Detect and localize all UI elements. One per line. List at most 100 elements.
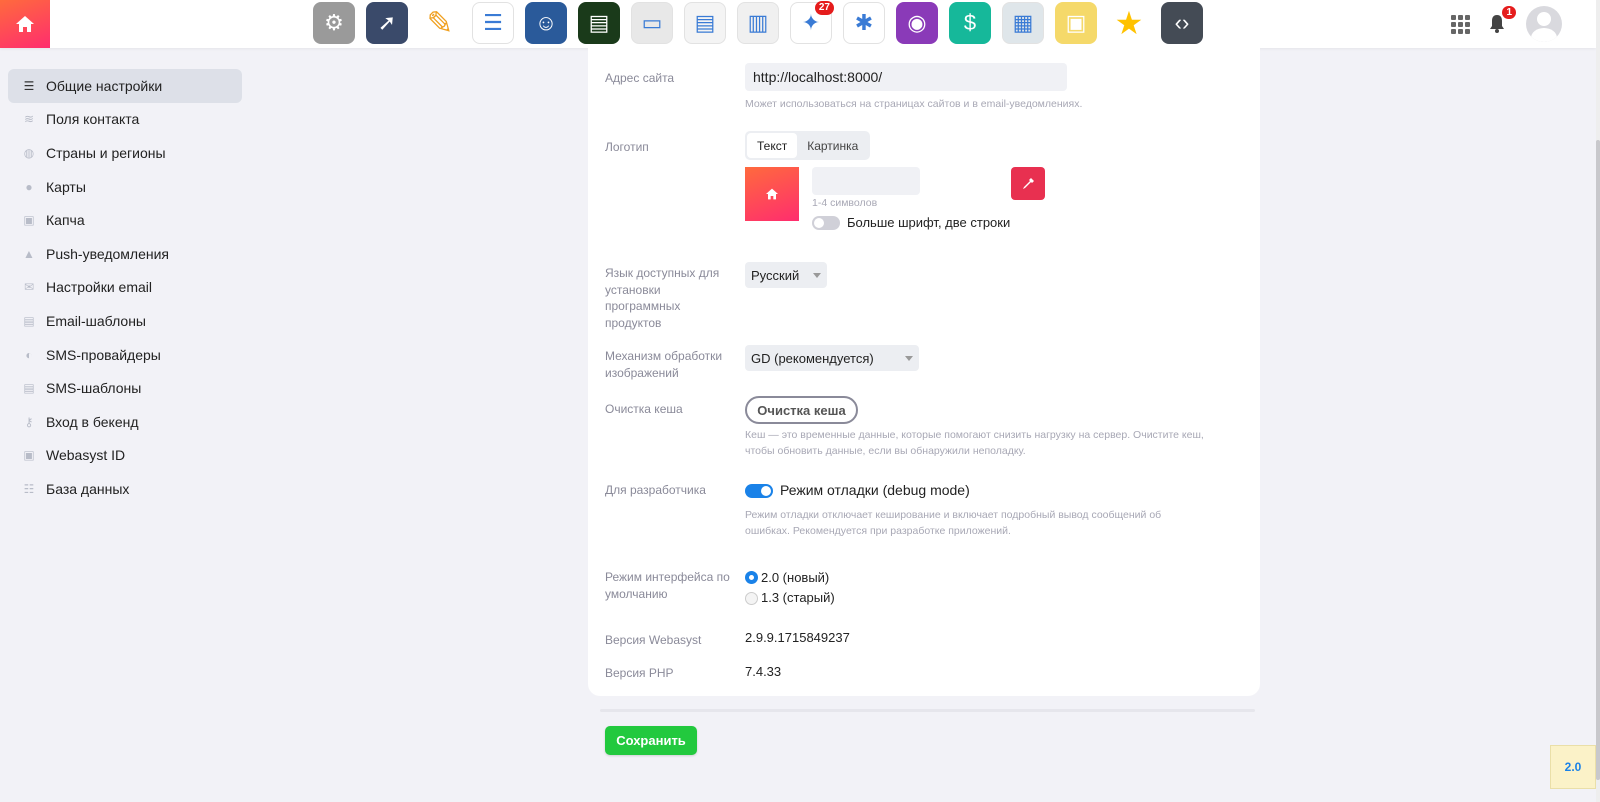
- sidebar-item-label: Вход в бекенд: [46, 413, 139, 430]
- apps-grid-icon[interactable]: [1451, 14, 1470, 34]
- chat-icon: ◐: [25, 347, 33, 362]
- star-app-launcher[interactable]: ★: [1108, 2, 1150, 44]
- window-app-icon: ▭: [641, 10, 663, 35]
- sparkle-app-launcher[interactable]: ✦ 27: [790, 1, 834, 44]
- save-button[interactable]: Сохранить: [605, 726, 697, 755]
- sidebar-item-11[interactable]: ⚷ Вход в бекенд: [8, 405, 242, 439]
- dollar-app-icon: $: [963, 10, 977, 35]
- notification-count-badge: 1: [1502, 6, 1516, 19]
- sidebar-item-label: Webasyst ID: [46, 447, 126, 464]
- pencil-app-launcher[interactable]: ✎: [419, 2, 461, 44]
- sidebar-item-8[interactable]: ▤ Email-шаблоны: [8, 304, 242, 338]
- php-version-label: Версия PHP: [605, 666, 674, 680]
- ui-version-badge[interactable]: 2.0: [1550, 745, 1596, 789]
- eyedropper-icon: [1023, 177, 1034, 189]
- scrollbar-thumb[interactable]: [1596, 140, 1600, 780]
- image-engine-select[interactable]: GD (рекомендуется): [745, 345, 919, 371]
- bigger-font-label: Больше шрифт, две строки: [847, 215, 1011, 230]
- lock-icon: ▣: [23, 213, 35, 228]
- language-select-value: Русский: [751, 267, 800, 283]
- stickies-app-launcher[interactable]: ▣: [1055, 2, 1097, 44]
- layout-app-icon: ▦: [1012, 10, 1034, 35]
- sidebar-item-label: Капча: [46, 212, 85, 229]
- tab-text[interactable]: Текст: [747, 133, 798, 158]
- settings-app-launcher[interactable]: ⚙: [313, 2, 355, 44]
- home-icon: [16, 16, 34, 32]
- user-avatar[interactable]: [1526, 6, 1562, 42]
- ui-mode-label: Режим интерфейса по умолчанию: [605, 570, 730, 601]
- sidebar-item-6[interactable]: ▲ Push-уведомления: [8, 237, 242, 271]
- tab-image[interactable]: Картинка: [797, 133, 868, 158]
- logo-text-input[interactable]: [812, 167, 920, 195]
- photo-app-launcher[interactable]: ◉: [896, 2, 938, 44]
- sidebar-item-1[interactable]: ☰ Общие настройки: [8, 69, 242, 103]
- sidebar-item-label: Email-шаблоны: [46, 312, 146, 329]
- home-icon: [766, 188, 778, 200]
- stickies-app-icon: ▣: [1065, 10, 1087, 35]
- language-select[interactable]: Русский: [745, 262, 827, 288]
- sidebar-item-4[interactable]: ● Карты: [8, 170, 242, 204]
- site-address-input[interactable]: http://localhost:8000/: [745, 63, 1067, 91]
- globe-icon: ◍: [23, 145, 35, 160]
- notifications-button[interactable]: 1: [1488, 6, 1516, 34]
- site-address-label: Адрес сайта: [605, 71, 675, 85]
- logo-text-hint: 1-4 символов: [812, 197, 878, 209]
- asterisk-app-launcher[interactable]: ✱: [843, 2, 885, 44]
- doc-sticker-app-icon: ▥: [747, 10, 769, 35]
- code-app-launcher[interactable]: ‹›: [1161, 2, 1203, 44]
- page-scrollbar[interactable]: [1596, 0, 1600, 802]
- pencil-app-icon: ✎: [426, 5, 454, 41]
- code-app-icon: ‹›: [1174, 10, 1190, 35]
- sidebar-item-7[interactable]: ✉ Настройки email: [8, 271, 242, 305]
- top-bar: ⚙ ➚ ✎ ☰ ☺ ▤ ▭ ▤ ▥ ✦ 27 ✱ ◉ $ ▦ ▣ ★ ‹› 1: [0, 0, 1596, 48]
- image-engine-select-value: GD (рекомендуется): [751, 350, 874, 366]
- settings-sidebar: ☰ Общие настройки ≋ Поля контакта ◍ Страны и …: [8, 69, 242, 506]
- compass-app-launcher[interactable]: ➚: [366, 2, 408, 44]
- sidebar-item-13[interactable]: ☷ База данных: [8, 472, 242, 506]
- layout-app-launcher[interactable]: ▦: [1002, 2, 1044, 44]
- map-pin-icon: ●: [25, 179, 33, 194]
- sidebar-item-2[interactable]: ≋ Поля контакта: [8, 103, 242, 137]
- logo-label: Логотип: [605, 140, 649, 154]
- app-badge: 27: [814, 1, 834, 15]
- debug-mode-hint: Режим отладки отключает кеширование и вк…: [745, 509, 1162, 537]
- window-app-launcher[interactable]: ▭: [631, 2, 673, 44]
- checklist-app-icon: ☰: [483, 10, 503, 35]
- sidebar-item-label: SMS-шаблоны: [46, 380, 142, 397]
- cache-hint: Кеш — это временные данные, которые помо…: [745, 429, 1204, 457]
- document-app-icon: ▤: [694, 10, 716, 35]
- webasyst-version-label: Версия Webasyst: [605, 633, 702, 647]
- contacts-app-launcher[interactable]: ☺: [525, 2, 567, 44]
- sidebar-item-12[interactable]: ▣ Webasyst ID: [8, 439, 242, 473]
- chevron-down-icon: [813, 272, 821, 278]
- sidebar-item-9[interactable]: ◐ SMS-провайдеры: [8, 338, 242, 372]
- terminal-app-launcher[interactable]: ▤: [578, 2, 620, 44]
- envelope-icon: ✉: [23, 280, 35, 295]
- footer-divider: [600, 709, 1255, 712]
- clear-cache-button[interactable]: Очистка кеша: [745, 396, 858, 424]
- cache-label: Очистка кеша: [605, 402, 683, 416]
- settings-app-icon: ⚙: [324, 10, 344, 35]
- ui-mode-old-radio[interactable]: [745, 592, 758, 605]
- bigger-font-toggle[interactable]: [812, 216, 840, 230]
- bell-icon: ▲: [23, 246, 35, 261]
- logo-color-picker-button[interactable]: [1011, 167, 1045, 200]
- image-engine-label: Механизм обработки изображений: [605, 349, 723, 380]
- doc-sticker-app-launcher[interactable]: ▥: [737, 2, 779, 44]
- sidebar-item-3[interactable]: ◍ Страны и регионы: [8, 136, 242, 170]
- sidebar-item-10[interactable]: ▤ SMS-шаблоны: [8, 371, 242, 405]
- dollar-app-launcher[interactable]: $: [949, 2, 991, 44]
- sidebar-item-5[interactable]: ▣ Капча: [8, 203, 242, 237]
- compass-app-icon: ➚: [377, 10, 397, 35]
- star-app-icon: ★: [1114, 5, 1144, 41]
- checklist-app-launcher[interactable]: ☰: [472, 2, 514, 44]
- ui-mode-new-label[interactable]: 2.0 (новый): [761, 570, 829, 585]
- document-app-launcher[interactable]: ▤: [684, 2, 726, 44]
- sidebar-item-label: Общие настройки: [46, 77, 163, 94]
- ui-mode-old-label[interactable]: 1.3 (старый): [761, 590, 835, 605]
- home-button[interactable]: [0, 0, 50, 48]
- app-launcher-bar: ⚙ ➚ ✎ ☰ ☺ ▤ ▭ ▤ ▥ ✦ 27 ✱ ◉ $ ▦ ▣ ★ ‹›: [313, 1, 1203, 46]
- ui-mode-new-radio[interactable]: [745, 571, 758, 584]
- file-icon: ▤: [23, 313, 35, 328]
- debug-mode-toggle[interactable]: [745, 484, 773, 498]
